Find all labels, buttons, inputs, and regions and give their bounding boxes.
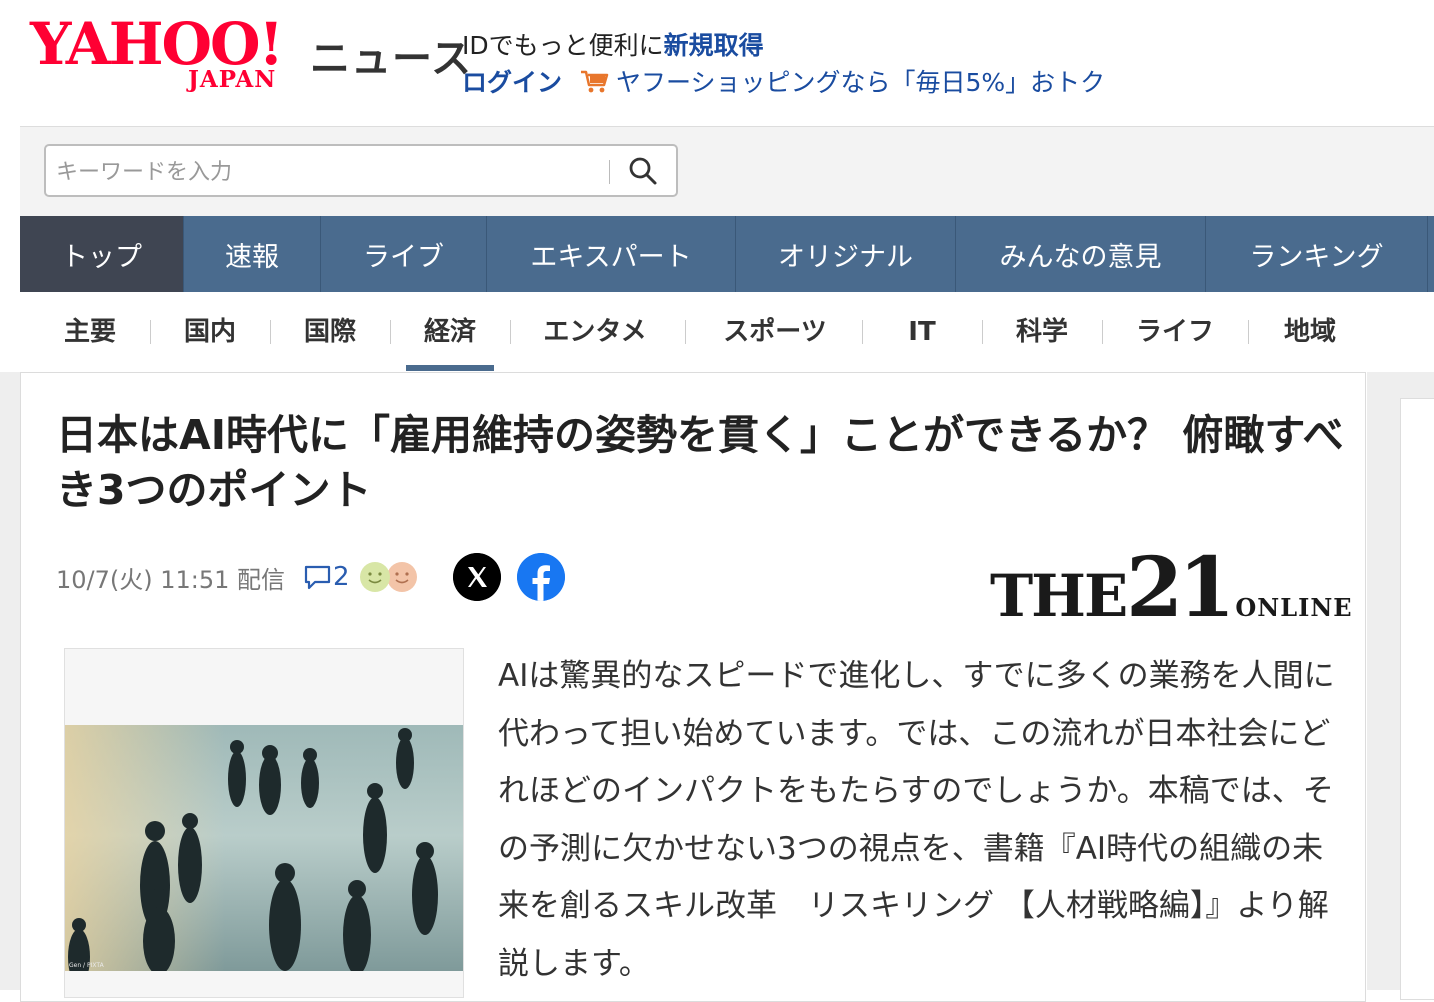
category-divider	[510, 320, 511, 344]
comment-count: 2	[333, 562, 350, 592]
reaction-face-icons	[359, 562, 417, 592]
category-sports[interactable]: スポーツ	[700, 312, 850, 352]
category-divider	[150, 320, 151, 344]
main-nav: トップ 速報 ライブ エキスパート オリジナル みんなの意見 ランキング	[20, 216, 1434, 292]
main-nav-opinions[interactable]: みんなの意見	[956, 216, 1206, 292]
id-prompt: IDでもっと便利に新規取得	[462, 26, 764, 62]
article-photo: Gen / PIXTA	[65, 725, 463, 971]
reaction-faces[interactable]	[358, 560, 420, 594]
category-region[interactable]: 地域	[1260, 312, 1360, 352]
search-icon[interactable]	[626, 154, 660, 188]
id-prompt-text: IDでもっと便利に	[462, 31, 664, 60]
category-divider	[1102, 320, 1103, 344]
search-input[interactable]	[54, 155, 598, 189]
main-nav-ranking[interactable]: ランキング	[1206, 216, 1428, 292]
category-economy[interactable]: 経済	[400, 312, 500, 352]
page-margin	[0, 372, 20, 990]
shopping-cart-icon	[581, 70, 609, 93]
main-nav-live[interactable]: ライブ	[321, 216, 487, 292]
news-service-name[interactable]: ニュース	[310, 26, 472, 84]
signup-link[interactable]: 新規取得	[664, 31, 764, 60]
search-box	[44, 144, 678, 197]
category-divider	[390, 320, 391, 344]
share-facebook-icon[interactable]	[517, 553, 565, 601]
search-divider	[609, 160, 610, 184]
category-nav: 主要 国内 国際 経済 エンタメ スポーツ IT 科学 ライフ 地域	[20, 292, 1434, 372]
shopping-promo-link[interactable]: ヤフーショッピングなら「毎日5%」おトク	[616, 63, 1105, 99]
main-nav-breaking[interactable]: 速報	[184, 216, 321, 292]
category-divider	[270, 320, 271, 344]
login-link[interactable]: ログイン	[462, 63, 562, 99]
category-divider	[862, 320, 863, 344]
category-main[interactable]: 主要	[40, 312, 140, 352]
sidebar-card	[1400, 398, 1434, 1000]
article-photo-frame[interactable]: Gen / PIXTA	[64, 648, 464, 998]
publisher-logo-suffix: ONLINE	[1235, 593, 1353, 622]
publisher-logo-number: 21	[1126, 540, 1235, 636]
category-international[interactable]: 国際	[280, 312, 380, 352]
category-science[interactable]: 科学	[992, 312, 1092, 352]
article-title: 日本はAI時代に「雇用維持の姿勢を貫く」ことができるか？ 俯瞰すべき3つのポイン…	[56, 411, 1344, 514]
main-nav-top[interactable]: トップ	[20, 216, 184, 292]
share-x-icon[interactable]	[453, 553, 501, 601]
yahoo-logo-japan: JAPAN	[188, 66, 277, 93]
article-date: 10/7(火) 11:51 配信	[56, 565, 286, 594]
comment-link[interactable]: 2	[303, 562, 350, 592]
publisher-logo-name: THE	[990, 562, 1128, 630]
category-divider	[685, 320, 686, 344]
main-nav-original[interactable]: オリジナル	[736, 216, 956, 292]
photo-credit: Gen / PIXTA	[69, 962, 105, 969]
category-divider	[982, 320, 983, 344]
category-life[interactable]: ライフ	[1115, 312, 1235, 352]
article-lead: AIは驚異的なスピードで進化し、すでに多くの業務を人間に代わって担い始めています…	[498, 658, 1335, 982]
main-nav-expert[interactable]: エキスパート	[487, 216, 736, 292]
category-active-indicator	[406, 365, 494, 371]
article-meta: 10/7(火) 11:51 配信 2	[56, 555, 420, 599]
login-row: ログイン ヤフーショッピングなら「毎日5%」おトク	[462, 63, 1105, 99]
publisher-logo[interactable]: THE21 ONLINE	[990, 540, 1353, 636]
category-domestic[interactable]: 国内	[160, 312, 260, 352]
category-entertainment[interactable]: エンタメ	[525, 312, 665, 352]
yahoo-logo[interactable]: YAHOO!	[30, 14, 284, 74]
category-divider	[1248, 320, 1249, 344]
comment-icon	[304, 565, 331, 590]
category-it[interactable]: IT	[872, 312, 972, 352]
